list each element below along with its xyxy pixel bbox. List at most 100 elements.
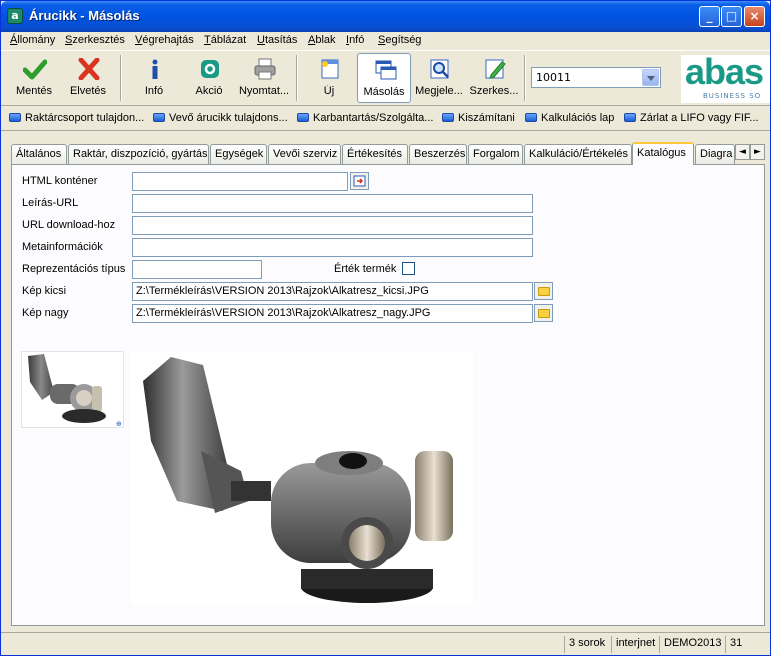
printer-icon	[254, 58, 276, 80]
info-icon	[152, 59, 158, 79]
menu-table[interactable]: Táblázat	[204, 34, 246, 46]
app-icon: a	[7, 8, 23, 24]
print-button[interactable]: Nyomtat...	[237, 53, 291, 103]
minimize-button[interactable]: _	[699, 6, 720, 27]
app-window: a Árucikk - Másolás _ □ × Állomány Szerk…	[0, 0, 771, 656]
link-icon	[525, 113, 537, 122]
value-product-checkbox[interactable]	[402, 262, 415, 275]
copy-windows-icon	[375, 60, 397, 80]
quicklink-calculate[interactable]: Kiszámítani	[442, 112, 515, 124]
chevron-left-icon[interactable]: ◄	[735, 144, 750, 160]
menu-command[interactable]: Utasítás	[257, 34, 297, 46]
quicklink-lifo[interactable]: Zárlat a LIFO vagy FIF...	[624, 112, 759, 124]
img-large-browse-button[interactable]	[534, 304, 553, 322]
menu-bar: Állomány Szerkesztés Végrehajtás Tábláza…	[1, 32, 770, 50]
action-label: Akció	[195, 85, 223, 97]
value-product-label: Érték termék	[334, 263, 397, 275]
abas-logo: abas BUSINESS SO	[681, 55, 770, 103]
meta-label: Metainformációk	[22, 241, 103, 253]
quicklink-stock-group[interactable]: Raktárcsoport tulajdon...	[9, 112, 144, 124]
tab-customer-service[interactable]: Vevői szerviz	[268, 144, 341, 164]
tab-strip: Általános Raktár, diszpozíció, gyártás E…	[11, 142, 766, 165]
toolbar-separator	[120, 55, 122, 101]
x-icon	[78, 58, 100, 80]
status-bar: 3 sorok interjnet DEMO2013 31	[1, 632, 770, 655]
repr-type-label: Reprezentációs típus	[22, 263, 126, 275]
desc-url-label: Leírás-URL	[22, 197, 79, 209]
img-large-input[interactable]: Z:\Termékleírás\VERSION 2013\Rajzok\Alka…	[132, 304, 533, 323]
abas-action-icon	[201, 60, 219, 78]
maximize-button[interactable]: □	[721, 6, 742, 27]
quicklink-calc-sheet[interactable]: Kalkulációs lap	[525, 112, 614, 124]
edit-label: Szerkes...	[469, 85, 519, 97]
discard-button[interactable]: Elvetés	[61, 53, 115, 103]
info-button[interactable]: Infó	[127, 53, 181, 103]
img-small-browse-button[interactable]	[534, 282, 553, 300]
tab-general[interactable]: Általános	[11, 144, 67, 164]
large-image	[131, 351, 473, 605]
save-button[interactable]: Mentés	[7, 53, 61, 103]
view-button[interactable]: Megjele...	[412, 53, 466, 103]
menu-help[interactable]: Segítség	[378, 34, 421, 46]
tab-units[interactable]: Egységek	[210, 144, 267, 164]
record-combo-value: 10011	[536, 71, 571, 84]
html-container-picker-button[interactable]	[350, 172, 369, 190]
quicklink-maintenance[interactable]: Karbantartás/Szolgálta...	[297, 112, 433, 124]
toolbar-separator	[524, 55, 526, 101]
chevron-down-icon[interactable]	[642, 69, 659, 86]
thumbnail-image[interactable]: ⊕	[21, 351, 124, 428]
new-document-icon	[321, 59, 339, 79]
folder-icon	[538, 287, 550, 296]
magnifier-icon	[430, 59, 449, 79]
tab-sales[interactable]: Értékesítés	[342, 144, 408, 164]
print-label: Nyomtat...	[238, 85, 290, 97]
link-icon	[153, 113, 165, 122]
save-label: Mentés	[15, 85, 53, 97]
quicklink-customer-article[interactable]: Vevő árucikk tulajdons...	[153, 112, 288, 124]
link-icon	[9, 113, 21, 122]
status-number: 31	[725, 636, 746, 653]
download-url-input[interactable]	[132, 216, 533, 235]
menu-window[interactable]: Ablak	[308, 34, 336, 46]
repr-type-input[interactable]	[132, 260, 262, 279]
img-small-input[interactable]: Z:\Termékleírás\VERSION 2013\Rajzok\Alka…	[132, 282, 533, 301]
download-url-label: URL download-hoz	[22, 219, 116, 231]
picker-icon	[353, 175, 366, 187]
new-label: Új	[323, 85, 335, 97]
folder-icon	[538, 309, 550, 318]
copy-label: Másolás	[363, 86, 405, 98]
menu-execute[interactable]: Végrehajtás	[135, 34, 194, 46]
view-label: Megjele...	[415, 85, 463, 97]
meta-input[interactable]	[132, 238, 533, 257]
link-icon	[442, 113, 454, 122]
tab-catalog[interactable]: Katalógus	[632, 142, 694, 165]
menu-info[interactable]: Infó	[346, 34, 364, 46]
status-rows: 3 sorok	[564, 636, 609, 653]
tab-calculation[interactable]: Kalkuláció/Értékelés	[524, 144, 632, 164]
record-combo[interactable]: 10011	[531, 67, 661, 88]
tab-stock-disposition[interactable]: Raktár, diszpozíció, gyártás	[68, 144, 209, 164]
chevron-right-icon[interactable]: ►	[750, 144, 765, 160]
tripod-head-photo	[143, 357, 453, 603]
menu-file[interactable]: Állomány	[10, 34, 55, 46]
info-label: Infó	[144, 85, 164, 97]
logo-word: abas	[685, 55, 764, 92]
tab-diagram[interactable]: Diagra	[695, 144, 735, 164]
checkmark-icon	[23, 59, 47, 80]
title-bar[interactable]: a Árucikk - Másolás _ □ ×	[1, 1, 770, 32]
menu-edit[interactable]: Szerkesztés	[65, 34, 125, 46]
close-button[interactable]: ×	[744, 6, 765, 27]
html-container-input[interactable]	[132, 172, 348, 191]
desc-url-input[interactable]	[132, 194, 533, 213]
html-container-label: HTML konténer	[22, 175, 98, 187]
logo-subtitle: BUSINESS SO	[703, 92, 762, 100]
action-button[interactable]: Akció	[182, 53, 236, 103]
window-title: Árucikk - Másolás	[29, 8, 140, 23]
tab-turnover[interactable]: Forgalom	[468, 144, 523, 164]
tab-purchasing[interactable]: Beszerzés	[409, 144, 467, 164]
copy-button[interactable]: Másolás	[357, 53, 411, 103]
edit-button[interactable]: Szerkes...	[467, 53, 521, 103]
tripod-head-thumbnail: ⊕	[28, 354, 122, 427]
new-button[interactable]: Új	[302, 53, 356, 103]
toolbar: Mentés Elvetés Infó Akció Nyomtat... Új …	[1, 50, 770, 106]
